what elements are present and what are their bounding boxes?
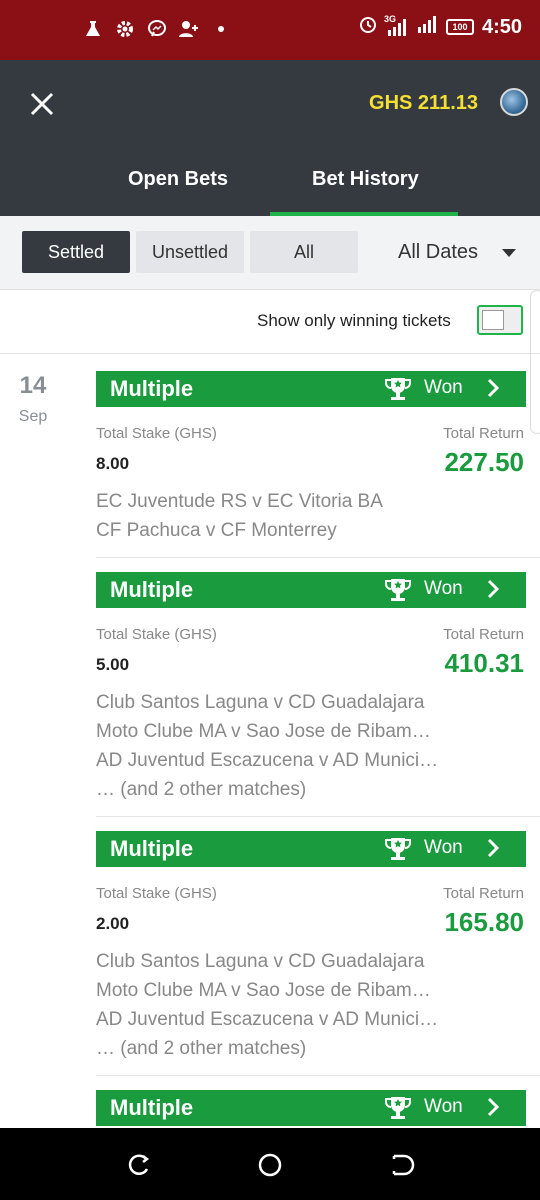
flask-icon [82, 18, 104, 40]
signal-icon: 3G [384, 14, 408, 36]
chevron-right-icon[interactable] [486, 578, 500, 600]
return-label: Total Return [443, 885, 524, 902]
chevron-right-icon[interactable] [486, 377, 500, 399]
status-bar: 3G 100 4:50 [0, 0, 540, 60]
date-month: Sep [18, 408, 48, 425]
match-item: CF Pachuca v CF Monterrey [96, 520, 337, 541]
stake-value: 8.00 [96, 454, 130, 473]
card-divider [96, 1075, 540, 1076]
bets-tabs: Open Bets Bet History [0, 156, 540, 216]
trophy-icon [385, 579, 411, 601]
globe-icon[interactable] [500, 88, 528, 116]
match-item: AD Juventud Escazucena v AD Munici… [96, 750, 439, 771]
chevron-down-icon[interactable] [502, 249, 516, 257]
home-icon [258, 1153, 282, 1177]
alarm-icon [358, 14, 378, 40]
return-value: 227.50 [444, 447, 524, 477]
bet-card[interactable]: Multiple Won Total Stake (GHS) Total Ret… [96, 371, 526, 541]
match-item: AD Juventud Escazucena v AD Munici… [96, 1009, 439, 1030]
winning-tickets-row: Show only winning tickets [0, 290, 540, 354]
return-value: 165.80 [444, 907, 524, 937]
stake-label: Total Stake (GHS) [96, 425, 217, 442]
match-list: EC Juventude RS v EC Vitoria BA CF Pachu… [96, 487, 526, 545]
match-item: … (and 2 other matches) [96, 1038, 307, 1059]
match-list: Club Santos Laguna v CD Guadalajara Moto… [96, 947, 526, 1063]
toggle-knob [482, 310, 504, 330]
app-header: GHS 211.13 Open Bets Bet History [0, 60, 540, 216]
winning-tickets-label: Show only winning tickets [257, 311, 451, 330]
signal-icon-2 [416, 15, 438, 39]
match-item: Club Santos Laguna v CD Guadalajara [96, 951, 425, 972]
winning-tickets-toggle[interactable] [477, 305, 523, 335]
stake-label: Total Stake (GHS) [96, 626, 217, 643]
trophy-icon [385, 1097, 411, 1119]
clock: 4:50 [481, 15, 522, 38]
bet-type: Multiple [110, 836, 194, 861]
card-divider [96, 816, 540, 817]
system-status: 3G 100 4:50 [358, 14, 522, 40]
bet-status: Won [424, 1096, 463, 1117]
match-item: EC Juventude RS v EC Vitoria BA [96, 491, 383, 512]
recent-apps-icon [128, 1154, 150, 1175]
add-contact-icon [178, 18, 200, 40]
tab-bet-history[interactable]: Bet History [312, 168, 419, 191]
notification-icons [82, 18, 232, 40]
system-nav-bar [0, 1128, 540, 1200]
date-group-header: 14 Sep [0, 372, 66, 426]
network-type: 3G [383, 14, 396, 24]
match-item: Moto Clube MA v Sao Jose de Ribam… [96, 721, 431, 742]
bet-card-header[interactable]: Multiple Won [96, 572, 526, 608]
recent-apps-button[interactable] [124, 1150, 154, 1180]
chevron-right-icon[interactable] [486, 837, 500, 859]
gear-icon [114, 18, 136, 40]
filter-unsettled-button[interactable]: Unsettled [136, 231, 244, 273]
close-button[interactable] [26, 88, 58, 120]
stake-value: 5.00 [96, 655, 130, 674]
match-item: Moto Clube MA v Sao Jose de Ribam… [96, 980, 431, 1001]
chevron-right-icon[interactable] [486, 1096, 500, 1118]
messenger-icon [146, 18, 168, 40]
scroll-indicator [530, 290, 540, 434]
card-divider [96, 557, 540, 558]
stake-value: 2.00 [96, 914, 130, 933]
date-range-select[interactable]: All Dates [398, 241, 478, 264]
filter-settled-button[interactable]: Settled [22, 231, 130, 273]
tab-open-bets[interactable]: Open Bets [128, 168, 228, 191]
return-label: Total Return [443, 425, 524, 442]
return-value: 410.31 [444, 648, 524, 678]
return-label: Total Return [443, 626, 524, 643]
home-button[interactable] [255, 1150, 285, 1180]
bet-type: Multiple [110, 376, 194, 401]
bet-type: Multiple [110, 577, 194, 602]
trophy-icon [385, 838, 411, 860]
bet-card-header[interactable]: Multiple Won [96, 831, 526, 867]
bet-type: Multiple [110, 1095, 194, 1120]
bet-card[interactable]: Multiple Won Total Stake (GHS) Total Ret… [96, 831, 526, 1059]
match-item: … (and 2 other matches) [96, 779, 307, 800]
date-day: 14 [19, 372, 47, 399]
bet-status: Won [424, 377, 463, 398]
dot-icon [210, 18, 232, 40]
bet-card[interactable]: Multiple Won Total Stake (GHS) Total Ret… [96, 572, 526, 800]
bet-status: Won [424, 578, 463, 599]
back-button[interactable] [386, 1150, 416, 1180]
battery-icon: 100 [445, 19, 474, 35]
bet-status: Won [424, 837, 463, 858]
match-list: Club Santos Laguna v CD Guadalajara Moto… [96, 688, 526, 804]
close-icon [30, 92, 54, 116]
bet-card-header[interactable]: Multiple Won [96, 371, 526, 407]
bet-card-header[interactable]: Multiple Won [96, 1090, 526, 1126]
trophy-icon [385, 378, 411, 400]
match-item: Club Santos Laguna v CD Guadalajara [96, 692, 425, 713]
back-icon [392, 1154, 415, 1176]
account-balance: GHS 211.13 [369, 92, 478, 114]
bet-card[interactable]: Multiple Won [96, 1090, 526, 1126]
filter-all-button[interactable]: All [250, 231, 358, 273]
stake-label: Total Stake (GHS) [96, 885, 217, 902]
filter-bar: Settled Unsettled All All Dates [0, 216, 540, 290]
